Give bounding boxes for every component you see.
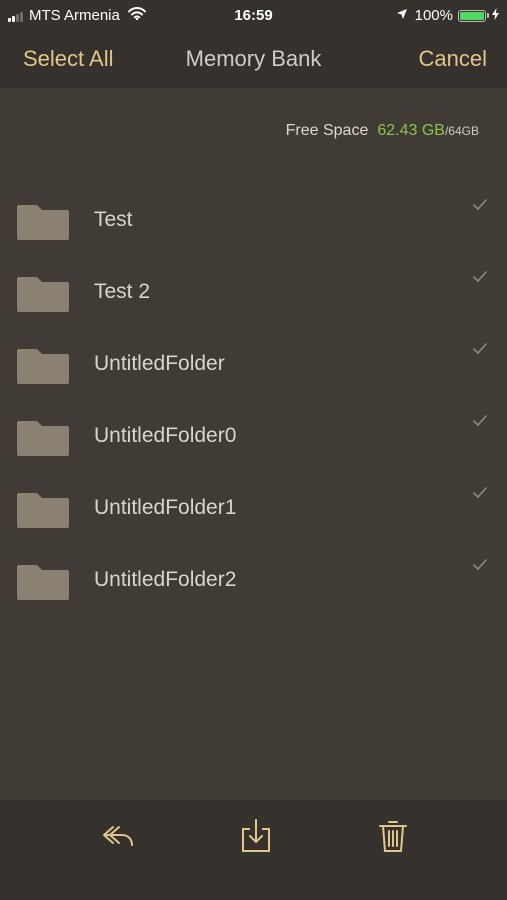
status-bar: MTS Armenia 16:59 100% bbox=[0, 0, 507, 32]
folder-name: UntitledFolder bbox=[94, 352, 225, 375]
folder-row[interactable]: UntitledFolder bbox=[0, 328, 507, 400]
folder-row[interactable]: UntitledFolder0 bbox=[0, 400, 507, 472]
status-right: 100% bbox=[396, 7, 499, 24]
charging-icon bbox=[492, 7, 499, 24]
free-space-info: Free Space 62.43 GB/64GB bbox=[286, 122, 479, 140]
folder-icon bbox=[16, 274, 70, 319]
bottom-toolbar bbox=[0, 800, 507, 900]
free-space-label: Free Space bbox=[285, 122, 369, 139]
folder-icon bbox=[16, 202, 70, 247]
folder-row[interactable]: Test bbox=[0, 184, 507, 256]
folder-icon bbox=[16, 490, 70, 535]
reply-icon[interactable] bbox=[100, 818, 136, 859]
trash-icon[interactable] bbox=[378, 818, 408, 859]
check-icon bbox=[473, 558, 487, 576]
folder-icon bbox=[16, 562, 70, 607]
folder-row[interactable]: Test 2 bbox=[0, 256, 507, 328]
folder-name: UntitledFolder0 bbox=[94, 424, 237, 447]
battery-percent: 100% bbox=[414, 7, 453, 24]
folder-row[interactable]: UntitledFolder2 bbox=[0, 544, 507, 616]
check-icon bbox=[473, 414, 487, 432]
folder-name: Test 2 bbox=[94, 280, 151, 303]
import-icon[interactable] bbox=[240, 818, 272, 859]
total-space-value: /64GB bbox=[444, 124, 479, 138]
check-icon bbox=[473, 342, 487, 360]
check-icon bbox=[473, 270, 487, 288]
folder-name: Test bbox=[94, 208, 133, 231]
check-icon bbox=[473, 198, 487, 216]
folder-icon bbox=[16, 346, 70, 391]
nav-bar: Select All Memory Bank Cancel bbox=[0, 32, 507, 88]
check-icon bbox=[473, 486, 487, 504]
battery-icon bbox=[458, 9, 486, 22]
folder-row[interactable]: UntitledFolder1 bbox=[0, 472, 507, 544]
folder-list: Test Test 2 UntitledFolder UntitledFolder0 U… bbox=[0, 184, 507, 616]
folder-name: UntitledFolder1 bbox=[94, 496, 237, 519]
folder-name: UntitledFolder2 bbox=[94, 568, 237, 591]
folder-icon bbox=[16, 418, 70, 463]
cancel-button[interactable]: Cancel bbox=[419, 46, 487, 72]
location-icon bbox=[396, 7, 408, 24]
battery-fill bbox=[460, 11, 484, 20]
battery-cap bbox=[487, 13, 489, 18]
free-space-value: 62.43 GB bbox=[377, 122, 445, 139]
